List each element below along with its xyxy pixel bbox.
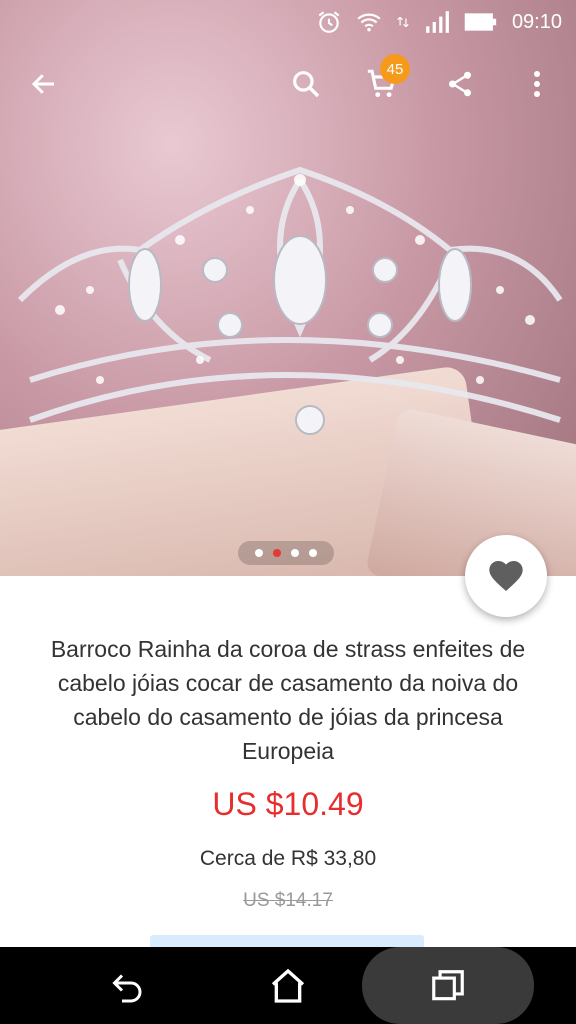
cart-count-badge: 45: [380, 54, 410, 84]
nav-recents-button[interactable]: [416, 947, 480, 1024]
page-dot[interactable]: [255, 549, 263, 557]
recent-apps-icon: [432, 969, 464, 1000]
nav-back-button[interactable]: [96, 947, 160, 1024]
heart-icon: [489, 561, 523, 591]
signal-icon: [426, 11, 449, 33]
data-arrows-icon: [397, 16, 409, 28]
share-icon: [449, 71, 471, 97]
back-icon: [112, 973, 142, 1002]
nav-home-button[interactable]: [256, 947, 320, 1024]
home-icon: [271, 968, 305, 1003]
page-dot[interactable]: [309, 549, 317, 557]
share-button[interactable]: [434, 58, 486, 110]
search-button[interactable]: [280, 58, 332, 110]
more-options-button[interactable]: [512, 58, 562, 110]
clock: 09:10: [511, 10, 562, 33]
wishlist-button[interactable]: [465, 535, 547, 617]
approx-local-price: Cerca de R$ 33,80: [199, 847, 377, 870]
search-icon: [293, 71, 320, 98]
product-price: US $10.49: [212, 786, 364, 822]
alarm-icon: [318, 11, 340, 33]
more-vertical-icon: [534, 71, 540, 97]
back-button[interactable]: [18, 58, 70, 110]
original-price: US $14.17: [243, 890, 333, 911]
wifi-icon: [357, 13, 381, 32]
system-navigation-bar: [0, 947, 576, 1024]
product-title: Barroco Rainha da coroa de strass enfeit…: [50, 636, 526, 764]
status-bar: 09:10: [0, 0, 576, 44]
page-dot[interactable]: [291, 549, 299, 557]
top-toolbar: [0, 44, 576, 124]
gallery-pagination: [238, 541, 334, 565]
battery-icon: [464, 13, 497, 31]
arrow-left-icon: [31, 74, 54, 94]
page-dot-active[interactable]: [273, 549, 281, 557]
